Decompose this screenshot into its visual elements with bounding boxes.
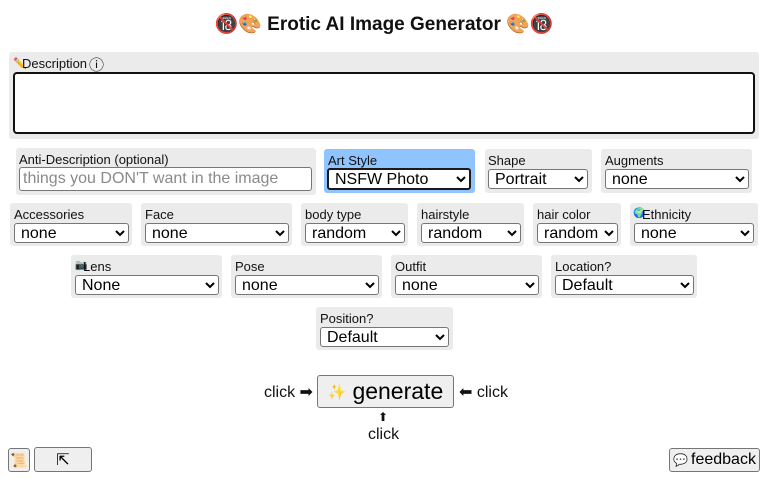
lens-label: Lens <box>83 259 112 274</box>
hairstyle-select[interactable]: random <box>421 223 521 243</box>
scroll-icon-button[interactable]: 📜 <box>8 448 30 472</box>
location-select[interactable]: Default <box>555 275 694 295</box>
hairstyle-label: hairstyle <box>421 207 470 222</box>
shape-select[interactable]: Portrait <box>488 169 588 189</box>
position-select[interactable]: Default <box>320 327 449 347</box>
speech-bubble-icon: 💬 <box>673 453 688 467</box>
face-select[interactable]: none <box>145 223 289 243</box>
feedback-label: feedback <box>691 451 756 468</box>
position-label: Position? <box>320 311 374 326</box>
page-title: 🔞🎨 Erotic AI Image Generator 🎨🔞 <box>214 14 554 35</box>
shape-label: Shape <box>488 153 526 168</box>
art-style-label: Art Style <box>328 153 378 168</box>
art-style-select[interactable]: NSFW Photo <box>327 168 471 190</box>
pose-label: Pose <box>235 259 265 274</box>
click-hint-left: click ➡ <box>264 384 313 401</box>
expand-button[interactable]: ⇱ <box>34 447 92 472</box>
lens-select[interactable]: None <box>75 275 219 295</box>
body-type-label: body type <box>305 207 362 222</box>
hair-color-label: hair color <box>537 207 591 222</box>
outfit-select[interactable]: none <box>395 275 539 295</box>
location-label: Location? <box>555 259 612 274</box>
ethnicity-label: Ethnicity <box>642 207 692 222</box>
description-field[interactable] <box>13 72 755 134</box>
generate-label: generate <box>352 378 444 404</box>
scroll-icon: 📜 <box>10 451 28 468</box>
click-hint-below: click <box>368 426 400 443</box>
augments-select[interactable]: none <box>605 169 749 189</box>
expand-icon: ⇱ <box>56 451 70 469</box>
anti-description-label: Anti-Description (optional) <box>19 152 169 167</box>
accessories-label: Accessories <box>14 207 85 222</box>
anti-description-input[interactable] <box>19 167 312 191</box>
click-hint-right: ⬅ click <box>459 384 508 401</box>
augments-label: Augments <box>605 153 664 168</box>
face-label: Face <box>145 207 174 222</box>
feedback-button[interactable]: 💬 feedback <box>669 448 760 472</box>
accessories-select[interactable]: none <box>14 223 129 243</box>
ethnicity-select[interactable]: none <box>634 223 754 243</box>
sparkle-icon: ✨ <box>327 383 347 401</box>
generate-button[interactable]: ✨ generate <box>317 375 454 408</box>
description-label: Description <box>22 56 88 71</box>
hair-color-select[interactable]: random <box>537 223 618 243</box>
body-type-select[interactable]: random <box>305 223 405 243</box>
pose-select[interactable]: none <box>235 275 379 295</box>
outfit-label: Outfit <box>395 259 427 274</box>
up-arrow-icon: ⬆ <box>378 410 389 424</box>
